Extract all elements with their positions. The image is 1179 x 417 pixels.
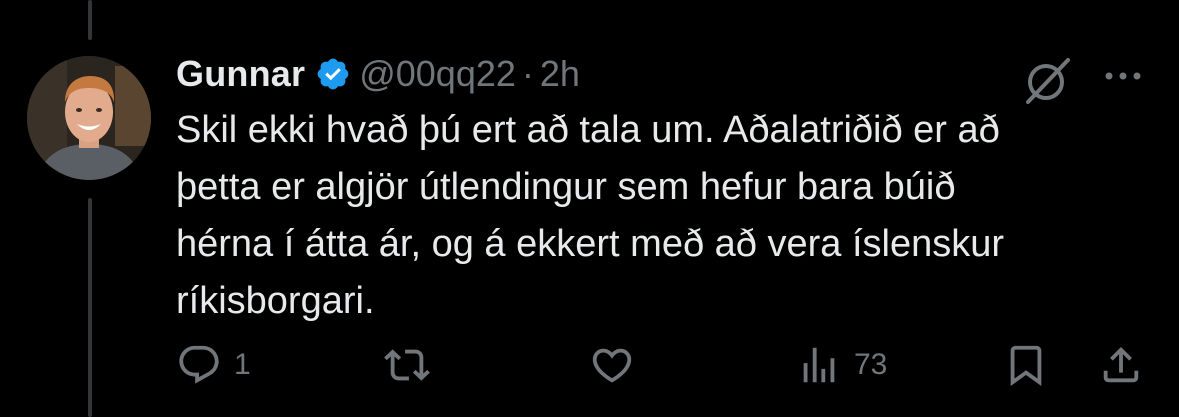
user-handle[interactable]: @00qq22	[359, 53, 516, 95]
reply-button[interactable]: 1	[176, 340, 251, 390]
avatar-photo-icon	[27, 56, 151, 180]
views-icon	[803, 347, 835, 383]
avatar[interactable]	[27, 56, 151, 180]
reply-icon	[179, 345, 219, 384]
bookmark-button[interactable]	[1003, 340, 1049, 390]
heart-icon	[592, 348, 632, 383]
bookmark-icon	[1010, 345, 1042, 386]
views-button[interactable]: 73	[796, 340, 887, 390]
tweet-header: Gunnar @00qq22 · 2h	[176, 50, 580, 98]
like-button[interactable]	[588, 340, 648, 390]
views-count: 73	[854, 348, 888, 381]
separator-dot: ·	[521, 53, 534, 94]
timestamp[interactable]: 2h	[540, 53, 580, 95]
thread-line-bottom	[88, 198, 92, 417]
thread-line-top	[88, 0, 92, 40]
share-button[interactable]	[1098, 340, 1144, 390]
verified-badge-icon[interactable]	[315, 56, 351, 92]
repost-button[interactable]	[382, 340, 444, 390]
share-icon	[1103, 346, 1139, 383]
grok-icon[interactable]	[1022, 54, 1074, 106]
reply-count: 1	[234, 348, 251, 381]
repost-icon	[384, 349, 430, 381]
more-icon[interactable]	[1101, 58, 1145, 98]
tweet-text: Skil ekki hvað þú ert að tala um. Aðalat…	[176, 109, 1005, 322]
display-name[interactable]: Gunnar	[176, 53, 305, 95]
